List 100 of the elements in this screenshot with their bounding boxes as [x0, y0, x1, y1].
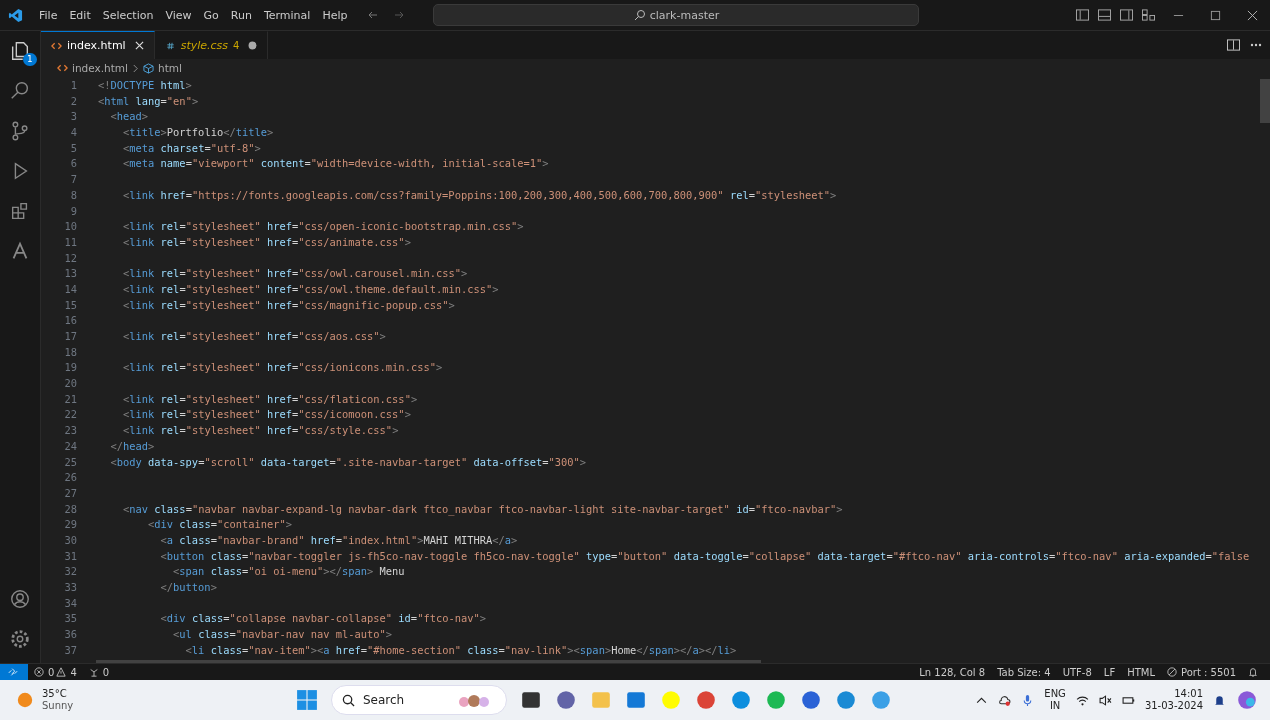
line-number: 3	[69, 109, 77, 125]
app-logo-icon	[8, 7, 23, 23]
menu-item[interactable]: Edit	[63, 5, 97, 25]
line-number: 12	[63, 250, 77, 266]
code-line: <span class="oi oi-menu"></span> Menu	[172, 564, 405, 580]
status-item[interactable]: LF	[1097, 666, 1122, 678]
speaker-muted-icon[interactable]	[1098, 693, 1112, 707]
line-number: 19	[63, 360, 77, 376]
vertical-scrollbar[interactable]	[1260, 79, 1270, 123]
code-line: </button>	[159, 580, 217, 595]
line-number: 9	[69, 203, 77, 219]
line-number: 32	[63, 564, 77, 580]
warning-icon	[56, 667, 67, 677]
menu-item[interactable]: Run	[224, 5, 258, 25]
menu-item[interactable]: View	[159, 5, 198, 25]
ports-status[interactable]: 0	[82, 666, 116, 678]
line-number: 31	[63, 548, 77, 564]
code-line: <html lang="en">	[98, 93, 199, 109]
breadcrumb-item[interactable]: html	[158, 62, 182, 74]
files-icon[interactable]	[9, 40, 31, 62]
code-line: <link rel="stylesheet" href="css/ionicons.min.css">	[122, 360, 443, 376]
temperature: 35°C	[42, 688, 68, 700]
bell-icon[interactable]	[1213, 693, 1226, 707]
layout-panel-icon[interactable]	[1098, 9, 1111, 21]
code-line: <link rel="stylesheet" href="css/owl.theme.default.min.css">	[122, 281, 499, 297]
status-item[interactable]: UTF-8	[1056, 666, 1098, 678]
menu-item[interactable]: Selection	[96, 5, 160, 25]
line-number: 36	[63, 627, 77, 643]
split-editor-icon[interactable]	[1227, 39, 1240, 51]
editor-tab[interactable]: index.html	[41, 31, 155, 59]
search-icon	[633, 9, 646, 21]
remote-icon	[8, 667, 18, 677]
status-item[interactable]: HTML	[1121, 666, 1161, 678]
code-line: <head>	[109, 109, 149, 125]
taskbar-search-field[interactable]: Search	[331, 685, 507, 715]
bell-icon[interactable]	[1248, 667, 1258, 677]
line-number: 20	[63, 376, 77, 392]
notification-badge: 1	[23, 53, 37, 66]
code-line: <a class="navbar-brand" href="index.html">MAHI MITHRA</a>	[159, 532, 518, 548]
line-number: 16	[63, 313, 77, 329]
layout-sidebar-right-icon[interactable]	[1120, 9, 1133, 21]
square-icon[interactable]	[520, 689, 542, 711]
menu-item[interactable]: Terminal	[257, 5, 317, 25]
settings-icon[interactable]	[9, 628, 31, 650]
search-icon[interactable]	[9, 80, 31, 102]
more-actions-icon[interactable]	[1250, 43, 1262, 47]
windows-start-icon[interactable]	[296, 689, 318, 711]
command-center[interactable]: clark-master	[433, 4, 920, 26]
horizontal-scrollbar[interactable]	[96, 660, 761, 663]
menu-item[interactable]: Go	[197, 5, 225, 25]
language-indicator[interactable]: ENG IN	[1044, 688, 1066, 712]
wifi-icon[interactable]	[1075, 693, 1089, 707]
layout-grid-icon[interactable]	[1142, 9, 1155, 21]
line-number: 22	[63, 407, 77, 423]
unsaved-dot-icon[interactable]	[248, 41, 258, 50]
close-icon[interactable]	[1247, 9, 1258, 21]
close-icon[interactable]	[134, 41, 144, 50]
branch-icon[interactable]	[9, 120, 31, 142]
code-line: <link rel="stylesheet" href="css/flaticon.css">	[122, 391, 418, 407]
menu-item[interactable]: File	[33, 5, 64, 25]
cloud-icon[interactable]	[998, 693, 1012, 707]
line-number: 10	[63, 219, 77, 235]
line-number: 17	[63, 329, 77, 344]
forward-arrow-icon[interactable]	[393, 9, 406, 21]
clock[interactable]: 14:01 31-03-2024	[1144, 688, 1203, 712]
line-number: 14	[63, 281, 77, 297]
maximize-icon[interactable]	[1210, 9, 1221, 21]
code-line: <div class="container">	[147, 517, 292, 533]
layout-sidebar-icon[interactable]	[1076, 9, 1089, 21]
search-icon	[342, 693, 355, 707]
code-line: <button class="navbar-toggler js-fh5co-nav-toggle fh5co-nav-toggle" type="button" data-toggle="collapse" data-target="#ftco-nav" aria-controls="ftco-nav" aria-expanded="false	[159, 548, 1250, 564]
code-line: <div class="collapse navbar-collapse" id="ftco-nav">	[159, 611, 486, 627]
breadcrumb-item[interactable]: index.html	[72, 62, 128, 74]
code-line: <link rel="stylesheet" href="css/aos.css">	[122, 329, 386, 344]
line-number: 13	[63, 266, 77, 282]
account-icon[interactable]	[9, 588, 31, 610]
line-number: 26	[63, 470, 77, 486]
line-number: 18	[63, 344, 77, 360]
live-server-port[interactable]: Port : 5501	[1161, 666, 1242, 678]
status-item[interactable]: Ln 128, Col 8	[913, 666, 992, 678]
back-arrow-icon[interactable]	[367, 9, 380, 21]
chevron-icon	[132, 63, 139, 73]
line-number: 4	[69, 125, 77, 141]
line-number: 28	[63, 501, 77, 517]
line-number: 7	[69, 172, 77, 188]
line-number: 24	[63, 438, 77, 454]
code-line: <link href="https://fonts.googleapis.com/css?family=Poppins:100,200,300,400,500,600,700,800,900" rel="stylesheet">	[122, 187, 837, 203]
blocked-icon	[1167, 667, 1177, 677]
problems-status[interactable]: 0 4	[28, 666, 83, 678]
status-item[interactable]: Tab Size: 4	[991, 666, 1057, 678]
line-number: 37	[63, 642, 77, 658]
menu-item[interactable]: Help	[316, 5, 354, 25]
html-file-icon	[51, 41, 62, 50]
code-line: <nav class="navbar navbar-expand-lg navbar-dark ftco_navbar ftco-navbar-light site-navbar-target" id="ftco-navbar">	[122, 501, 843, 518]
sun-icon	[16, 691, 34, 709]
line-number: 35	[63, 611, 77, 627]
line-number: 33	[63, 580, 77, 595]
code-line: <link rel="stylesheet" href="css/icomoon.css">	[122, 407, 411, 423]
code-line: <link rel="stylesheet" href="css/animate.css">	[122, 234, 411, 250]
code-line: <ul class="navbar-nav nav ml-auto">	[172, 627, 393, 643]
